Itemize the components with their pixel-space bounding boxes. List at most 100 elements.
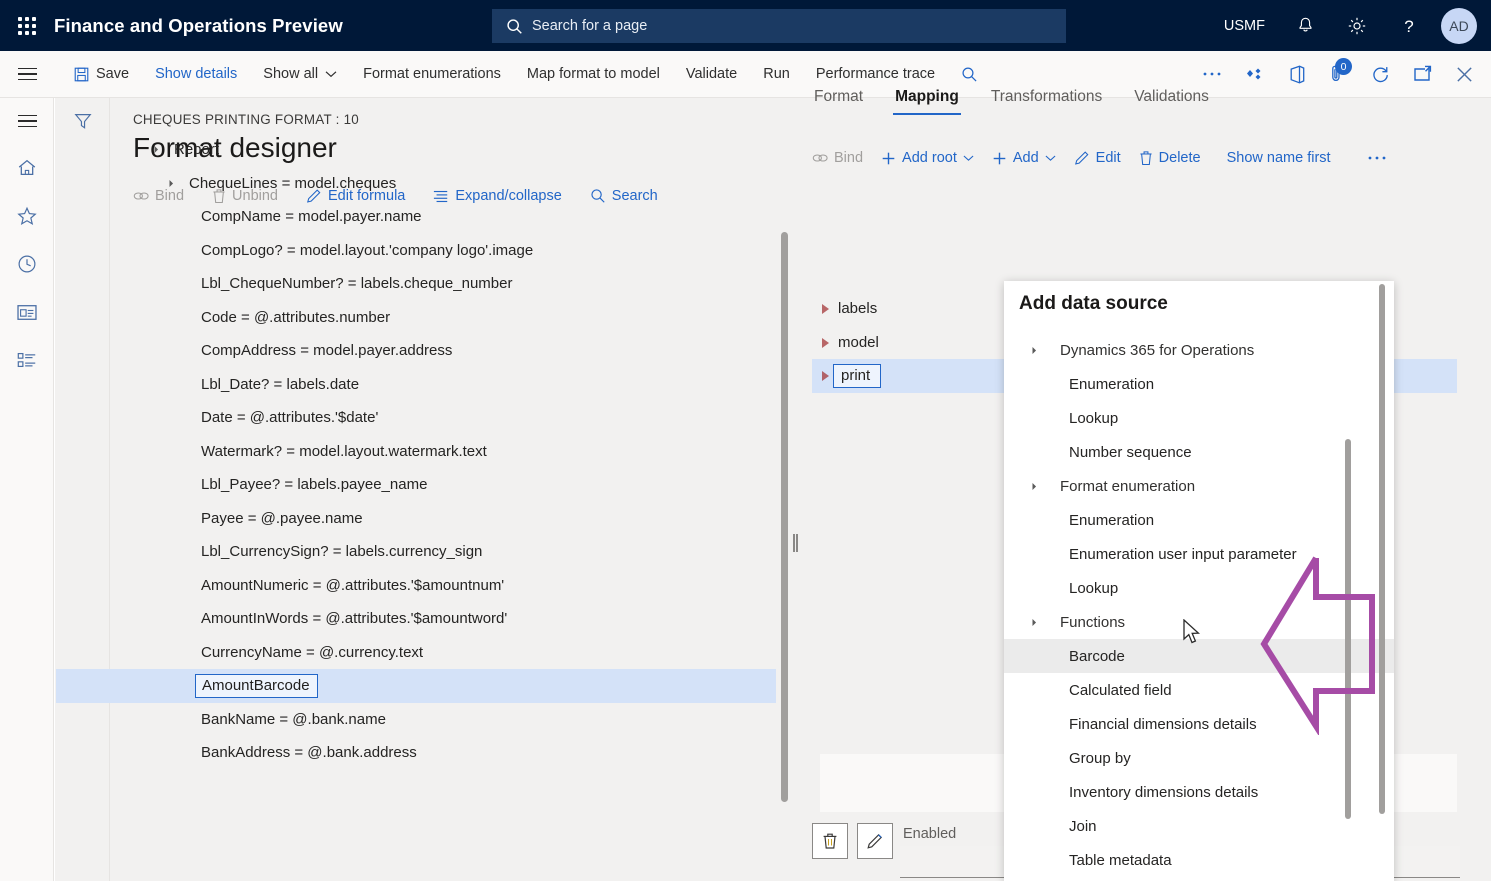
tree-row[interactable]: BankName = @.bank.name [56, 703, 796, 737]
tree-row[interactable]: ChequeLines = model.cheques [56, 167, 796, 201]
question-mark-icon[interactable]: ? [1383, 0, 1435, 51]
flyout-item-group-by[interactable]: Group by [1004, 741, 1394, 775]
waffle-icon[interactable] [0, 0, 54, 51]
page-search-input[interactable]: Search for a page [492, 9, 1066, 43]
tree-row[interactable]: BankAddress = @.bank.address [56, 736, 796, 770]
modules-list-icon[interactable] [0, 336, 54, 384]
bell-icon[interactable] [1279, 0, 1331, 51]
attachment-icon[interactable]: 0 [1317, 51, 1359, 97]
tree-row[interactable]: CompLogo? = model.layout.'company logo'.… [56, 234, 796, 268]
tab-format[interactable]: Format [812, 88, 879, 115]
format-tree-scrollbar[interactable] [781, 232, 788, 802]
tree-row[interactable]: AmountInWords = @.attributes.'$amountwor… [56, 602, 796, 636]
tab-mapping-label: Mapping [895, 88, 959, 105]
flyout-outer-scrollbar[interactable] [1379, 284, 1385, 814]
tree-row[interactable]: Lbl_CurrencySign? = labels.currency_sign [56, 535, 796, 569]
rail-hamburger-icon[interactable] [0, 98, 54, 144]
map-format-to-model-button[interactable]: Map format to model [514, 51, 673, 97]
expander-icon[interactable] [159, 179, 179, 187]
add-button[interactable]: Add [992, 150, 1056, 166]
tree-row-label: Payee = @.payee.name [201, 509, 363, 527]
show-name-first-button[interactable]: Show name first [1227, 150, 1331, 166]
show-all-button[interactable]: Show all [250, 51, 350, 97]
tab-mapping[interactable]: Mapping [879, 88, 975, 116]
detail-delete-button[interactable] [812, 823, 848, 859]
tree-row[interactable]: CompName = model.payer.name [56, 200, 796, 234]
workspace-icon[interactable] [0, 288, 54, 336]
add-label: Add [1012, 150, 1039, 166]
flyout-item-enumeration[interactable]: Enumeration [1004, 367, 1394, 401]
flyout-item-table-metadata[interactable]: Table metadata [1004, 843, 1394, 877]
tree-row-label: ChequeLines = model.cheques [189, 174, 397, 192]
tree-row[interactable]: Date = @.attributes.'$date' [56, 401, 796, 435]
run-button[interactable]: Run [750, 51, 803, 97]
flyout-group-format-enumeration[interactable]: Format enumeration [1004, 469, 1394, 503]
detail-edit-button[interactable] [857, 823, 893, 859]
clock-icon[interactable] [0, 240, 54, 288]
search-icon [507, 18, 522, 34]
company-selector[interactable]: USMF [1210, 18, 1279, 34]
tree-row-label: Watermark? = model.layout.watermark.text [201, 442, 487, 460]
expander-icon[interactable] [812, 337, 838, 348]
expander-icon[interactable] [1004, 482, 1060, 490]
tree-row[interactable]: Watermark? = model.layout.watermark.text [56, 435, 796, 469]
flyout-item-financial-dimensions-details[interactable]: Financial dimensions details [1004, 707, 1394, 741]
flyout-inner-scrollbar[interactable] [1345, 439, 1351, 819]
tree-row[interactable]: Lbl_Payee? = labels.payee_name [56, 468, 796, 502]
tree-row[interactable]: Lbl_Date? = labels.date [56, 368, 796, 402]
tree-row[interactable]: Lbl_ChequeNumber? = labels.cheque_number [56, 267, 796, 301]
star-icon[interactable] [0, 192, 54, 240]
tree-row[interactable]: Code = @.attributes.number [56, 301, 796, 335]
tree-row[interactable]: Payee = @.payee.name [56, 502, 796, 536]
close-icon[interactable] [1443, 51, 1485, 97]
flyout-item-number-sequence[interactable]: Number sequence [1004, 435, 1394, 469]
mapping-delete-button[interactable]: Delete [1139, 150, 1201, 166]
flyout-item-fe-enumeration[interactable]: Enumeration [1004, 503, 1394, 537]
flyout-item-enumeration-user-input-parameter[interactable]: Enumeration user input parameter [1004, 537, 1394, 571]
add-root-label: Add root [902, 150, 957, 166]
format-enumerations-button[interactable]: Format enumerations [350, 51, 514, 97]
avatar[interactable]: AD [1441, 7, 1477, 44]
expander-icon[interactable] [1004, 346, 1060, 354]
mapping-more-button[interactable] [1367, 155, 1387, 161]
mapping-delete-label: Delete [1158, 150, 1201, 166]
gear-icon[interactable] [1331, 0, 1383, 51]
tree-row[interactable]: AmountNumeric = @.attributes.'$amountnum… [56, 569, 796, 603]
tree-row-label: BankName = @.bank.name [201, 710, 386, 728]
refresh-icon[interactable] [1359, 51, 1401, 97]
flyout-item-join[interactable]: Join [1004, 809, 1394, 843]
expander-icon[interactable] [144, 146, 164, 154]
validate-button[interactable]: Validate [673, 51, 750, 97]
tree-row-selected[interactable]: AmountBarcode [56, 669, 776, 703]
attachment-count-badge: 0 [1335, 58, 1352, 75]
tree-row[interactable]: Report [56, 133, 796, 167]
home-icon[interactable] [0, 144, 54, 192]
save-button[interactable]: Save [61, 51, 142, 97]
pane-splitter-handle[interactable] [793, 534, 798, 552]
mapping-edit-button[interactable]: Edit [1074, 150, 1121, 166]
show-name-first-label: Show name first [1226, 150, 1331, 166]
flyout-title: Add data source [1019, 293, 1168, 314]
add-root-button[interactable]: Add root [881, 150, 974, 166]
tree-row[interactable]: CurrencyName = @.currency.text [56, 636, 796, 670]
flyout-item-lookup[interactable]: Lookup [1004, 401, 1394, 435]
format-enumerations-label: Format enumerations [363, 66, 501, 82]
flyout-item-fe-lookup[interactable]: Lookup [1004, 571, 1394, 605]
show-details-button[interactable]: Show details [142, 51, 250, 97]
share-diamond-icon[interactable] [1233, 51, 1275, 97]
search-icon [962, 66, 977, 82]
expander-icon[interactable] [812, 303, 838, 314]
tab-transformations[interactable]: Transformations [975, 88, 1118, 115]
office-icon[interactable] [1275, 51, 1317, 97]
flyout-item-label: Format enumeration [1060, 477, 1196, 495]
popout-icon[interactable] [1401, 51, 1443, 97]
flyout-group-dynamics365[interactable]: Dynamics 365 for Operations [1004, 333, 1394, 367]
mapping-bind-button[interactable]: Bind [812, 150, 863, 166]
expander-icon[interactable] [1004, 618, 1060, 626]
tab-validations[interactable]: Validations [1118, 88, 1225, 115]
hamburger-icon[interactable] [0, 51, 54, 97]
tree-row[interactable]: CompAddress = model.payer.address [56, 334, 796, 368]
flyout-item-inventory-dimensions-details[interactable]: Inventory dimensions details [1004, 775, 1394, 809]
flyout-item-calculated-field[interactable]: Calculated field [1004, 673, 1394, 707]
flyout-item-label: Join [1069, 817, 1097, 835]
